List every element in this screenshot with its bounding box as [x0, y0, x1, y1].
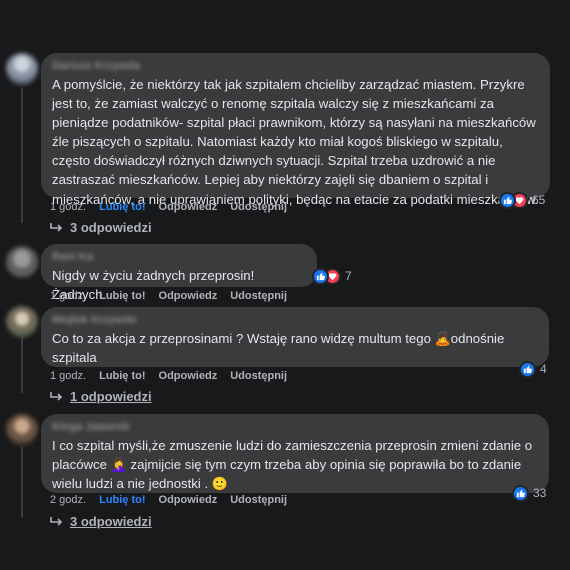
replies-label[interactable]: 1 odpowiedzi: [70, 389, 152, 404]
view-replies-link[interactable]: 3 odpowiedzi: [50, 220, 152, 235]
reaction-summary[interactable]: 65: [499, 190, 545, 210]
thumbs-up-icon: [519, 360, 536, 378]
comment-actions: 1 godz. Lubię to! Odpowiedz Udostępnij: [50, 201, 287, 213]
share-button[interactable]: Udostępnij: [230, 290, 287, 302]
comment-author[interactable]: Rani Ka: [52, 251, 306, 266]
thumbs-up-icon: [512, 484, 529, 502]
replies-label[interactable]: 3 odpowiedzi: [70, 220, 152, 235]
comment-actions: 2 godz. Lubię to! Odpowiedz Udostępnij: [50, 494, 287, 506]
smile-emoji: 🙂: [211, 476, 228, 492]
avatar[interactable]: [6, 414, 38, 446]
reply-button[interactable]: Odpowiedz: [159, 290, 218, 302]
comment-bubble: Rani Ka Nigdy w życiu żadnych przeprosin…: [41, 244, 317, 302]
thread-line: [21, 88, 23, 223]
reaction-count: 4: [540, 362, 547, 376]
comment-actions: 1 godz. Lubię to! Odpowiedz Udostępnij: [50, 370, 287, 382]
comment-actions: 1 godz. Lubię to! Odpowiedz Udostępnij: [50, 290, 287, 302]
reply-arrow-icon: [50, 222, 63, 232]
share-button[interactable]: Udostępnij: [230, 201, 287, 213]
thumbs-up-icon: [312, 267, 329, 285]
comment-bubble: Kinga Jaworek I co szpital myśli,że zmus…: [41, 414, 549, 493]
reply-button[interactable]: Odpowiedz: [159, 201, 218, 213]
thread-line: [21, 446, 23, 518]
reaction-count: 7: [345, 269, 352, 283]
thumbs-up-icon: [499, 191, 516, 209]
share-button[interactable]: Udostępnij: [230, 494, 287, 506]
timestamp[interactable]: 2 godz.: [50, 494, 86, 506]
comment-text-part: Co to za akcja z przeprosinami ? Wstaję …: [52, 331, 431, 346]
facepalm-emoji: 🤦‍♀️: [110, 457, 127, 473]
comment-bubble: Dariusz Krzywda A pomyślcie, że niektórz…: [41, 53, 550, 207]
timestamp[interactable]: 1 godz.: [50, 201, 86, 213]
reaction-summary[interactable]: 4: [519, 359, 547, 379]
avatar[interactable]: [6, 53, 38, 85]
reply-arrow-icon: [50, 391, 63, 401]
comment-text: Co to za akcja z przeprosinami ? Wstaję …: [52, 329, 538, 367]
avatar[interactable]: [6, 306, 38, 338]
comment-text: A pomyślcie, że niektórzy tak jak szpita…: [52, 77, 539, 207]
timestamp[interactable]: 1 godz.: [50, 290, 86, 302]
timestamp[interactable]: 1 godz.: [50, 370, 86, 382]
reply-arrow-icon: [50, 516, 63, 526]
comments-panel: Dariusz Krzywda A pomyślcie, że niektórz…: [0, 0, 570, 570]
share-button[interactable]: Udostępnij: [230, 370, 287, 382]
view-replies-link[interactable]: 1 odpowiedzi: [50, 389, 152, 404]
avatar[interactable]: [6, 246, 38, 278]
like-button[interactable]: Lubię to!: [99, 290, 145, 302]
comment-author[interactable]: Dariusz Krzywda: [52, 60, 539, 75]
thread-line: [21, 336, 23, 393]
reply-button[interactable]: Odpowiedz: [159, 494, 218, 506]
reaction-summary[interactable]: 7: [312, 266, 352, 286]
like-button[interactable]: Lubię to!: [99, 370, 145, 382]
reaction-count: 33: [533, 486, 547, 500]
comment-text: I co szpital myśli,że zmuszenie ludzi do…: [52, 436, 538, 493]
replies-label[interactable]: 3 odpowiedzi: [70, 514, 152, 529]
comment-bubble: Wojtek Krzywda Co to za akcja z przepros…: [41, 307, 549, 367]
comment-author[interactable]: Kinga Jaworek: [52, 421, 538, 436]
bowing-person-emoji: 🙇: [434, 331, 451, 346]
reply-button[interactable]: Odpowiedz: [159, 370, 218, 382]
reaction-summary[interactable]: 33: [512, 483, 546, 503]
like-button[interactable]: Lubię to!: [99, 201, 145, 213]
like-button[interactable]: Lubię to!: [99, 494, 145, 506]
comment-author[interactable]: Wojtek Krzywda: [52, 314, 538, 329]
reaction-count: 65: [532, 193, 546, 207]
view-replies-link[interactable]: 3 odpowiedzi: [50, 514, 152, 529]
